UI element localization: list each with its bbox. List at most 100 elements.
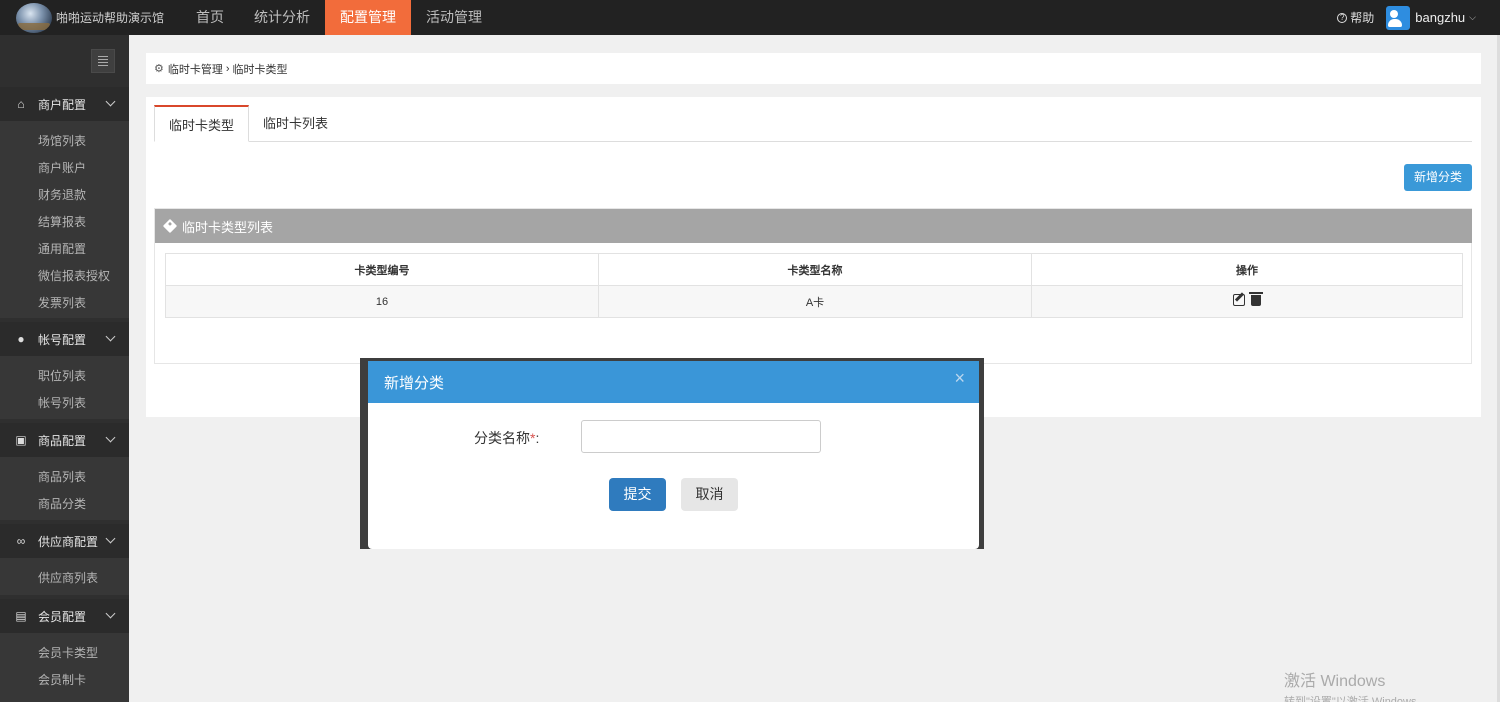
tab-temp-card-type[interactable]: 临时卡类型 [154, 105, 250, 142]
user-icon: ● [17, 332, 25, 346]
sidebar-item-goods-list[interactable]: 商品列表 [0, 464, 129, 491]
sidebar-item-member-card-make[interactable]: 会员制卡 [0, 667, 129, 694]
help-link[interactable]: ? 帮助 [1337, 9, 1374, 26]
label-colon: : [535, 430, 540, 446]
nav-home[interactable]: 首页 [181, 0, 239, 35]
chevron-down-icon [105, 533, 116, 544]
category-name-label-text: 分类名称 [474, 430, 530, 446]
sidebar-submenu-merchant: 场馆列表 商户账户 财务退款 结算报表 通用配置 微信报表授权 发票列表 [0, 121, 129, 318]
sidebar-item-member-card-type[interactable]: 会员卡类型 [0, 640, 129, 667]
breadcrumb-current: 临时卡类型 [232, 63, 288, 76]
column-header-actions: 操作 [1031, 253, 1463, 286]
help-label: 帮助 [1350, 11, 1375, 25]
sidebar-group-goods[interactable]: ▣ 商品配置 [0, 423, 129, 457]
watermark-subtitle: 转到"设置"以激活 Windows。 [1284, 696, 1428, 702]
menu-bar [98, 56, 108, 57]
menu-bar [98, 65, 108, 66]
sidebar-item-supplier-list[interactable]: 供应商列表 [0, 565, 129, 592]
close-icon[interactable]: × [954, 368, 965, 389]
sidebar-group-title: 会员配置 [38, 609, 87, 624]
edit-icon[interactable] [1233, 294, 1245, 306]
gift-icon: ▣ [15, 433, 27, 447]
home-icon: ⌂ [17, 97, 25, 111]
sidebar-group-member[interactable]: ▤ 会员配置 [0, 599, 129, 633]
sidebar-item-settlement-report[interactable]: 结算报表 [0, 209, 129, 236]
tab-temp-card-list[interactable]: 临时卡列表 [249, 105, 342, 142]
menu-bar [98, 62, 108, 63]
sidebar-item-invoice-list[interactable]: 发票列表 [0, 290, 129, 317]
sidebar-item-position-list[interactable]: 职位列表 [0, 363, 129, 390]
add-category-button[interactable]: 新增分类 [1404, 164, 1472, 191]
menu-bar [98, 59, 108, 60]
sidebar-submenu-supplier: 供应商列表 [0, 558, 129, 595]
sidebar-submenu-member: 会员卡类型 会员制卡 [0, 633, 129, 702]
sidebar-group-title: 商品配置 [38, 433, 87, 448]
column-header-name: 卡类型名称 [598, 253, 1032, 286]
brand-logo [16, 2, 52, 33]
sidebar-group-title: 商户配置 [38, 97, 87, 112]
cancel-button[interactable]: 取消 [681, 478, 738, 511]
sidebar-item-merchant-account[interactable]: 商户账户 [0, 155, 129, 182]
breadcrumb: ⚙ 临时卡管理 › 临时卡类型 [146, 53, 1481, 84]
table-header-row: 卡类型编号 卡类型名称 操作 [165, 253, 1463, 286]
brand[interactable]: 啪啪运动帮助演示馆 [0, 0, 180, 35]
user-name[interactable]: bangzhu [1415, 10, 1465, 25]
modal-title: 新增分类 [384, 374, 445, 392]
column-header-id: 卡类型编号 [165, 253, 599, 286]
tag-icon [162, 218, 178, 234]
sidebar-item-venue-list[interactable]: 场馆列表 [0, 128, 129, 155]
table-row: 16 A卡 [165, 285, 1463, 318]
card-type-table: 卡类型编号 卡类型名称 操作 16 A卡 [165, 253, 1463, 318]
category-name-label: 分类名称*: [474, 428, 539, 448]
sidebar-item-wechat-auth[interactable]: 微信报表授权 [0, 263, 129, 290]
sidebar-group-supplier[interactable]: ∞ 供应商配置 [0, 524, 129, 558]
cell-card-type-id: 16 [165, 285, 599, 318]
section-title: 临时卡类型列表 [182, 219, 274, 235]
link-icon: ∞ [16, 534, 26, 548]
avatar[interactable] [1386, 5, 1411, 30]
watermark-title: 激活 Windows [1284, 673, 1386, 690]
chevron-down-icon [105, 331, 116, 342]
sidebar-item-general-config[interactable]: 通用配置 [0, 236, 129, 263]
sidebar-item-account-list[interactable]: 帐号列表 [0, 390, 129, 417]
question-circle-icon: ? [1337, 12, 1348, 23]
breadcrumb-parent[interactable]: 临时卡管理 [168, 61, 223, 77]
sidebar-submenu-account: 职位列表 帐号列表 [0, 356, 129, 419]
row-actions [1233, 291, 1263, 306]
sidebar-item-refund[interactable]: 财务退款 [0, 182, 129, 209]
tab-bar: 临时卡类型 临时卡列表 [154, 105, 1472, 142]
category-name-input[interactable] [581, 420, 821, 453]
trash-icon[interactable] [1249, 291, 1263, 306]
modal-header: 新增分类 × [368, 361, 979, 403]
sidebar-group-account[interactable]: ● 帐号配置 [0, 322, 129, 356]
sidebar-toggle-button[interactable] [91, 49, 115, 73]
main-nav: 首页 统计分析 配置管理 活动管理 [181, 0, 497, 35]
chevron-down-icon [105, 96, 116, 107]
sidebar-group-title: 供应商配置 [38, 534, 99, 549]
sidebar: ⌂ 商户配置 场馆列表 商户账户 财务退款 结算报表 通用配置 微信报表授权 发… [0, 35, 129, 702]
id-card-icon: ▤ [15, 609, 27, 623]
add-category-modal: 新增分类 × 分类名称*: 提交 取消 [368, 361, 979, 549]
sidebar-item-goods-category[interactable]: 商品分类 [0, 491, 129, 518]
sidebar-group-merchant[interactable]: ⌂ 商户配置 [0, 87, 129, 121]
breadcrumb-separator-icon: › [225, 62, 230, 75]
gears-icon: ⚙ [154, 63, 164, 75]
nav-statistics[interactable]: 统计分析 [239, 0, 325, 35]
brand-name: 啪啪运动帮助演示馆 [56, 11, 165, 25]
windows-activation-watermark: 激活 Windows 转到"设置"以激活 Windows。 [1284, 667, 1428, 702]
cell-actions [1031, 285, 1463, 318]
cell-card-type-name: A卡 [598, 285, 1032, 318]
chevron-down-icon [105, 432, 116, 443]
nav-activity[interactable]: 活动管理 [411, 0, 497, 35]
card-type-section: 临时卡类型列表 卡类型编号 卡类型名称 操作 16 A卡 [154, 208, 1472, 364]
chevron-down-icon [105, 608, 116, 619]
chevron-down-icon[interactable]: ⌵ [1469, 12, 1476, 23]
submit-button[interactable]: 提交 [609, 478, 666, 511]
nav-config[interactable]: 配置管理 [325, 0, 411, 35]
sidebar-submenu-goods: 商品列表 商品分类 [0, 457, 129, 520]
top-bar: 啪啪运动帮助演示馆 首页 统计分析 配置管理 活动管理 ? 帮助 bangzhu… [0, 0, 1500, 35]
sidebar-group-title: 帐号配置 [38, 332, 87, 347]
section-header: 临时卡类型列表 [155, 209, 1472, 243]
top-right-area: ? 帮助 bangzhu ⌵ [1337, 0, 1476, 35]
modal-backdrop-frame: 新增分类 × 分类名称*: 提交 取消 [360, 358, 984, 549]
